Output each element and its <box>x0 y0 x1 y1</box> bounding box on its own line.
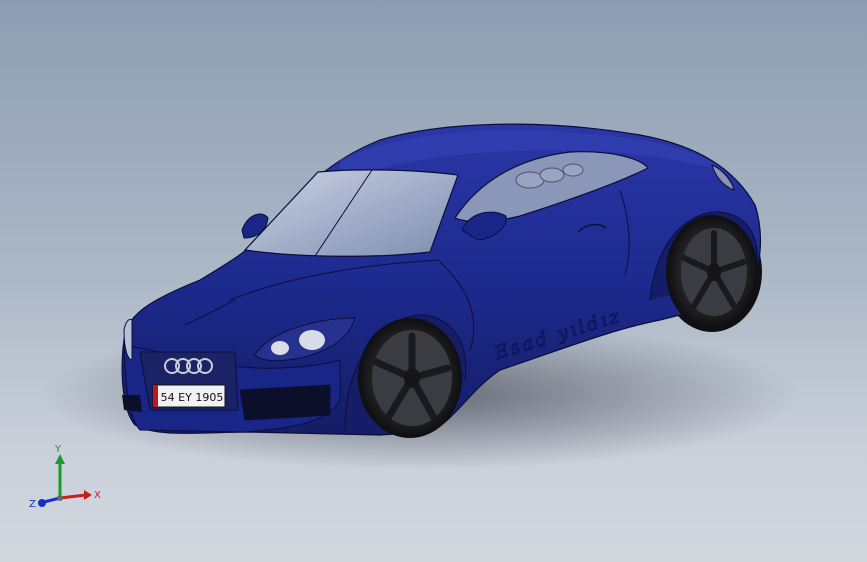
front-wheel <box>358 318 462 438</box>
x-axis <box>59 493 87 500</box>
lower-intake-left <box>122 395 142 412</box>
view-orientation-triad[interactable]: Y X Z <box>22 440 112 520</box>
license-plate-text: 54 EY 1905 <box>161 391 224 404</box>
graphics-viewport[interactable]: 54 EY 1905 Esad yıldız Y X Z <box>0 0 867 562</box>
x-axis-label: X <box>94 490 101 501</box>
y-axis-label: Y <box>54 444 62 455</box>
car-model-3d[interactable]: 54 EY 1905 Esad yıldız <box>0 0 867 562</box>
lower-intake-right <box>239 384 331 421</box>
rear-wheel-visible <box>666 215 758 329</box>
x-axis-arrow <box>84 490 92 500</box>
z-axis-dot <box>38 499 46 507</box>
y-axis-arrow <box>55 454 65 464</box>
z-axis-label: Z <box>29 499 36 510</box>
windshield <box>243 169 459 257</box>
